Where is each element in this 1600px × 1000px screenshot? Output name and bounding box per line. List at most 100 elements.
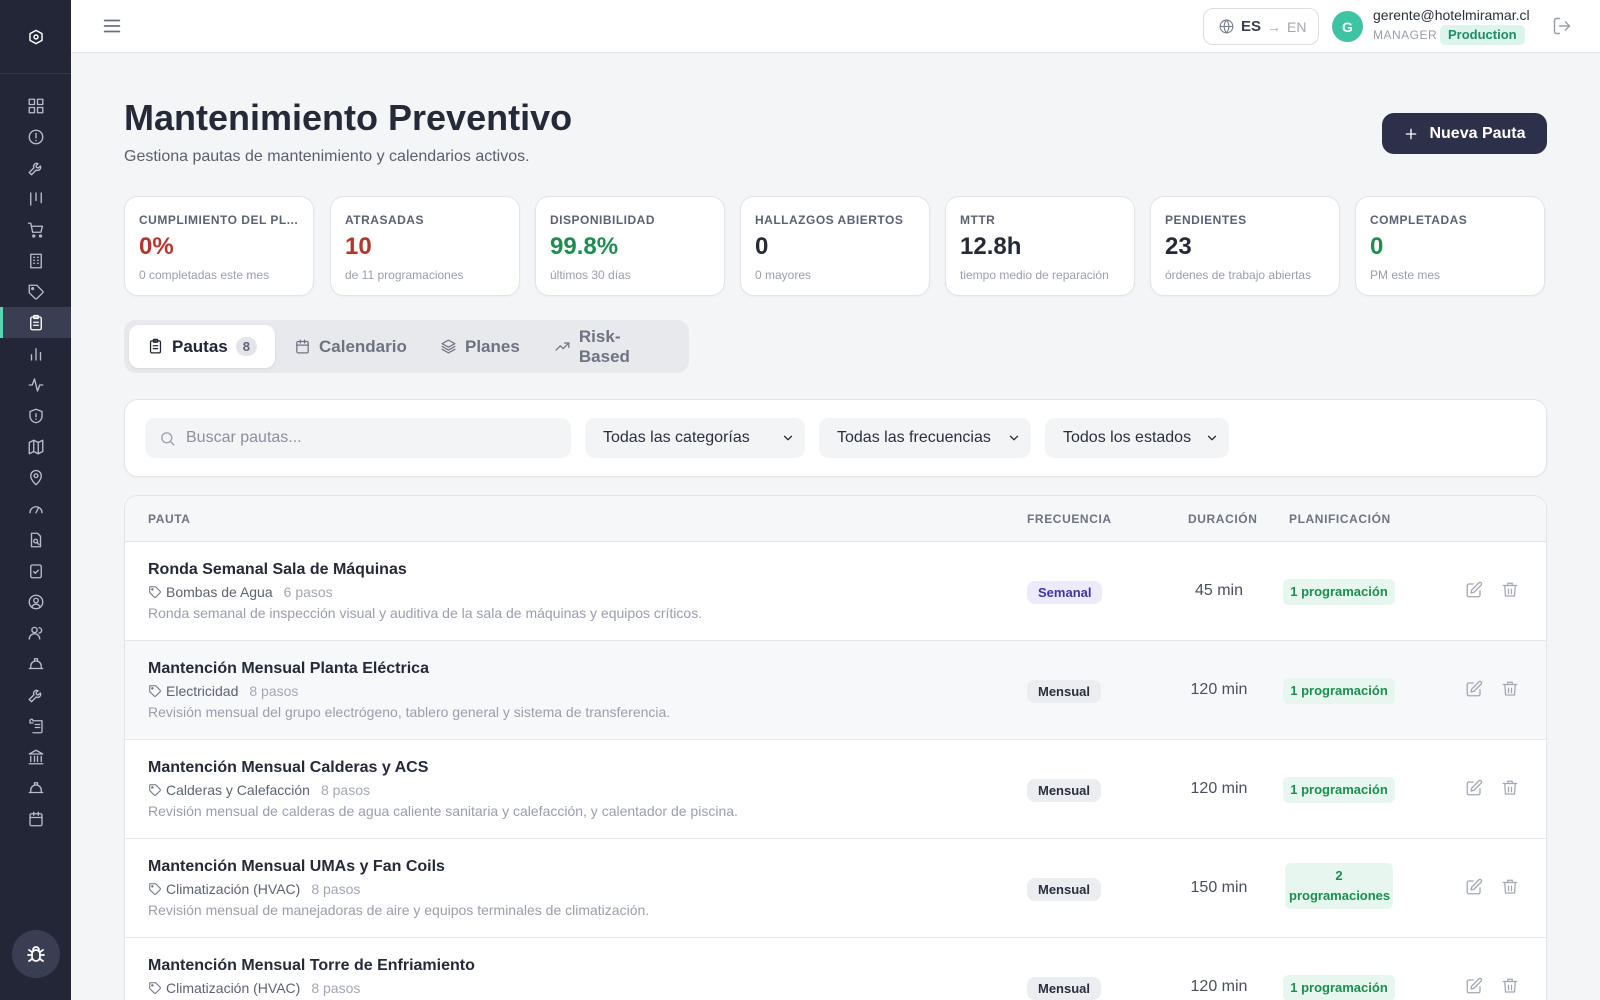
search-input[interactable] bbox=[186, 429, 556, 447]
sidebar-item-tools[interactable] bbox=[0, 679, 71, 710]
delete-button[interactable] bbox=[1501, 977, 1519, 1000]
tab-label: Risk-Based bbox=[578, 326, 630, 366]
tab-pautas[interactable]: Pautas 8 bbox=[129, 325, 275, 368]
sidebar-item-purchases[interactable] bbox=[0, 214, 71, 245]
planning-badge-text: 1 programación bbox=[1283, 678, 1395, 704]
sidebar-item-reports[interactable] bbox=[0, 338, 71, 369]
menu-toggle-button[interactable] bbox=[101, 15, 123, 37]
landmark-icon bbox=[28, 749, 43, 764]
delete-button[interactable] bbox=[1501, 581, 1519, 604]
status-select[interactable]: Todos los estados bbox=[1045, 418, 1229, 458]
pauta-steps: 6 pasos bbox=[283, 584, 333, 600]
sidebar-item-building[interactable] bbox=[0, 245, 71, 276]
pauta-category: Electricidad bbox=[166, 683, 239, 699]
frequency-select[interactable]: Todas las frecuencias bbox=[819, 418, 1031, 458]
edit-button[interactable] bbox=[1465, 878, 1483, 901]
sidebar-item-checklists[interactable] bbox=[0, 555, 71, 586]
search-box bbox=[145, 418, 571, 458]
duration: 150 min bbox=[1190, 879, 1248, 896]
clipboard-list-icon bbox=[29, 314, 42, 330]
sidebar-item-work-orders[interactable] bbox=[0, 152, 71, 183]
sidebar-item-gauge[interactable] bbox=[0, 493, 71, 524]
sidebar-item-technicians[interactable] bbox=[0, 648, 71, 679]
category-select-value: Todas las categorías bbox=[603, 429, 750, 446]
sidebar-item-profile[interactable] bbox=[0, 586, 71, 617]
table-row[interactable]: Mantención Mensual Planta Eléctrica Elec… bbox=[125, 641, 1546, 740]
new-pauta-button[interactable]: Nueva Pauta bbox=[1382, 113, 1547, 154]
sidebar-item-institution[interactable] bbox=[0, 741, 71, 772]
kpi-value: 23 bbox=[1165, 233, 1192, 260]
planning-badge: 2 programaciones bbox=[1283, 863, 1395, 909]
sidebar-item-documents[interactable] bbox=[0, 710, 71, 741]
kpi-card-compliance: CUMPLIMIENTO DEL PL... 0% 0 completadas … bbox=[124, 196, 314, 296]
logout-button[interactable] bbox=[1552, 16, 1572, 41]
edit-button[interactable] bbox=[1465, 779, 1483, 802]
sidebar-item-dashboard[interactable] bbox=[0, 90, 71, 121]
sidebar-item-contractors[interactable] bbox=[0, 772, 71, 803]
pautas-table: PAUTA FRECUENCIA DURACIÓN PLANIFICACIÓN … bbox=[124, 495, 1547, 1000]
filter-bar: Todas las categorías Todas las frecuenci… bbox=[124, 399, 1547, 477]
edit-button[interactable] bbox=[1465, 581, 1483, 604]
delete-button[interactable] bbox=[1501, 878, 1519, 901]
kpi-card-mttr: MTTR 12.8h tiempo medio de reparación bbox=[945, 196, 1135, 296]
edit-button[interactable] bbox=[1465, 680, 1483, 703]
avatar[interactable]: G bbox=[1332, 11, 1363, 42]
delete-button[interactable] bbox=[1501, 779, 1519, 802]
delete-button[interactable] bbox=[1501, 680, 1519, 703]
planning-badge-text: 1 programación bbox=[1283, 777, 1395, 803]
edit-icon bbox=[1466, 977, 1483, 994]
tab-risk-based[interactable]: Risk-Based bbox=[536, 325, 689, 368]
tab-planes[interactable]: Planes bbox=[422, 325, 538, 368]
planning-badge-text: 2 programaciones bbox=[1285, 863, 1393, 909]
bug-report-button[interactable] bbox=[12, 930, 60, 978]
pauta-name: Mantención Mensual Calderas y ACS bbox=[148, 759, 429, 776]
sidebar-item-map[interactable] bbox=[0, 431, 71, 462]
kpi-sub: tiempo medio de reparación bbox=[960, 268, 1109, 282]
planning-badge: 1 programación bbox=[1283, 777, 1395, 803]
sidebar-item-activity[interactable] bbox=[0, 369, 71, 400]
sidebar-item-users[interactable] bbox=[0, 617, 71, 648]
pauta-description: Revisión mensual del grupo electrógeno, … bbox=[148, 704, 671, 720]
sidebar-item-inspections[interactable] bbox=[0, 524, 71, 555]
frequency-badge: Mensual bbox=[1027, 977, 1102, 1000]
app-logo[interactable] bbox=[0, 0, 71, 74]
pauta-category: Climatización (HVAC) bbox=[166, 881, 301, 897]
activity-icon bbox=[28, 377, 43, 392]
sidebar-item-locations[interactable] bbox=[0, 462, 71, 493]
globe-icon bbox=[1219, 19, 1234, 34]
pauta-name: Mantención Mensual Planta Eléctrica bbox=[148, 660, 429, 677]
sidebar-item-calendar[interactable] bbox=[0, 803, 71, 834]
kpi-sub: de 11 programaciones bbox=[345, 268, 464, 282]
tab-calendario[interactable]: Calendario bbox=[276, 325, 425, 368]
table-row[interactable]: Mantención Mensual Torre de Enfriamiento… bbox=[125, 938, 1546, 1000]
kpi-value: 0 bbox=[755, 233, 769, 260]
kpi-value: 12.8h bbox=[960, 233, 1022, 260]
kpi-label: MTTR bbox=[960, 213, 996, 227]
sidebar-item-alerts[interactable] bbox=[0, 121, 71, 152]
table-row[interactable]: Mantención Mensual Calderas y ACS Calder… bbox=[125, 740, 1546, 839]
category-select[interactable]: Todas las categorías bbox=[585, 418, 805, 458]
sidebar-item-kanban[interactable] bbox=[0, 183, 71, 214]
kpi-sub: 0 mayores bbox=[755, 268, 812, 282]
language-switcher[interactable]: ES → EN bbox=[1203, 8, 1319, 45]
columns-icon bbox=[29, 191, 42, 206]
clipboard-check-icon bbox=[29, 563, 42, 578]
frequency-badge: Semanal bbox=[1027, 581, 1103, 604]
environment-badge: Production bbox=[1440, 25, 1525, 45]
frequency-select-value: Todas las frecuencias bbox=[837, 429, 991, 446]
sidebar bbox=[0, 0, 71, 1000]
sidebar-item-security[interactable] bbox=[0, 400, 71, 431]
edit-button[interactable] bbox=[1465, 977, 1483, 1000]
sidebar-item-tags[interactable] bbox=[0, 276, 71, 307]
status-select-value: Todos los estados bbox=[1063, 429, 1192, 446]
table-row[interactable]: Mantención Mensual UMAs y Fan Coils Clim… bbox=[125, 839, 1546, 938]
table-row[interactable]: Ronda Semanal Sala de Máquinas Bombas de… bbox=[125, 542, 1546, 641]
chevron-down-icon bbox=[1207, 435, 1217, 441]
tab-count-badge: 8 bbox=[235, 337, 257, 356]
sidebar-item-preventive[interactable] bbox=[0, 307, 71, 338]
kpi-card-findings: HALLAZGOS ABIERTOS 0 0 mayores bbox=[740, 196, 930, 296]
layers-icon bbox=[441, 339, 456, 354]
chevron-down-icon bbox=[1009, 435, 1019, 441]
tag-icon bbox=[149, 685, 161, 697]
gauge-icon bbox=[28, 505, 43, 513]
